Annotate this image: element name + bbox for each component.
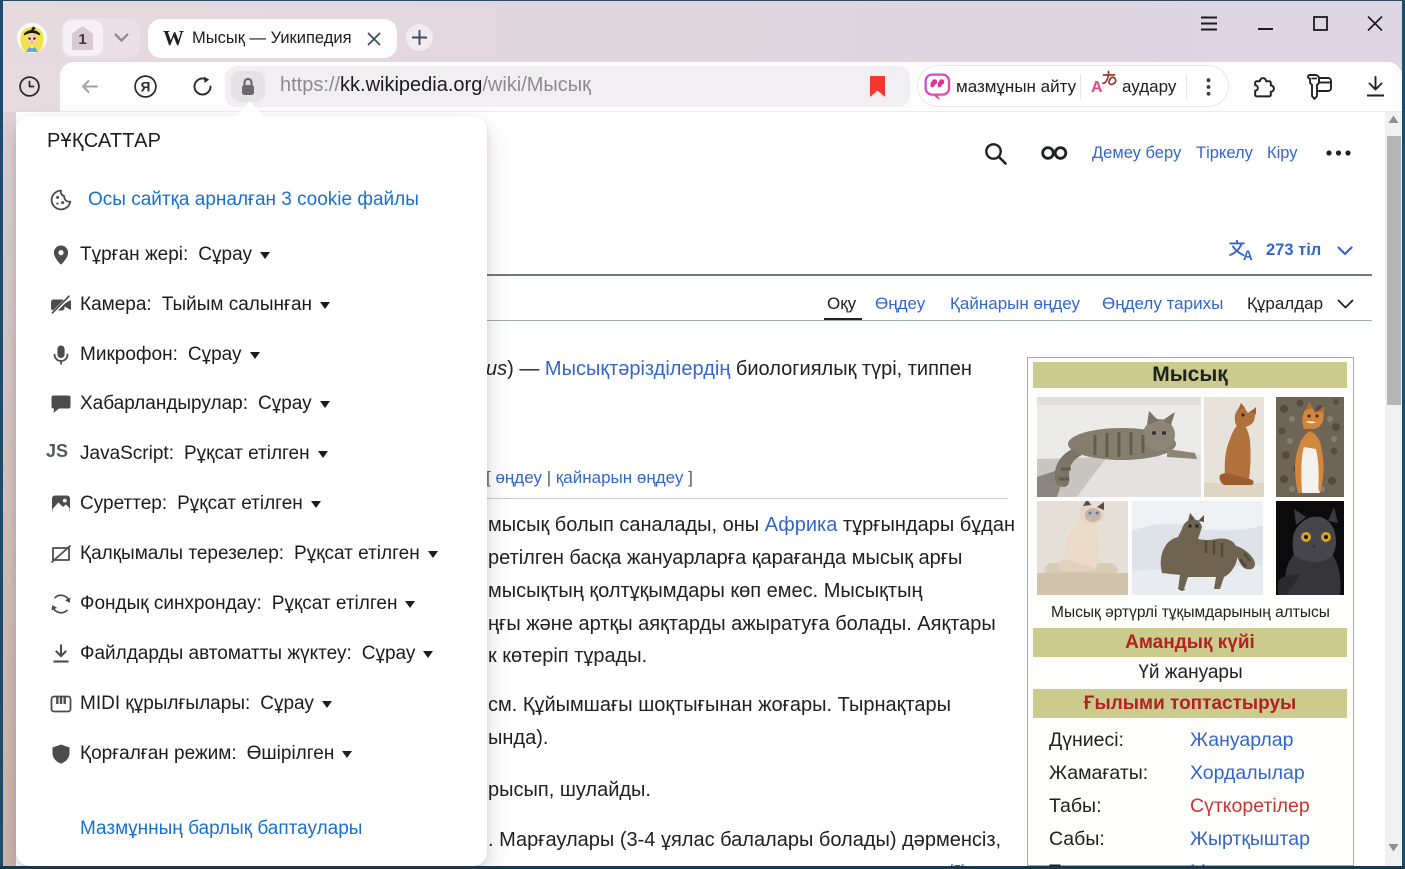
svg-text:Я: Я (141, 79, 151, 94)
